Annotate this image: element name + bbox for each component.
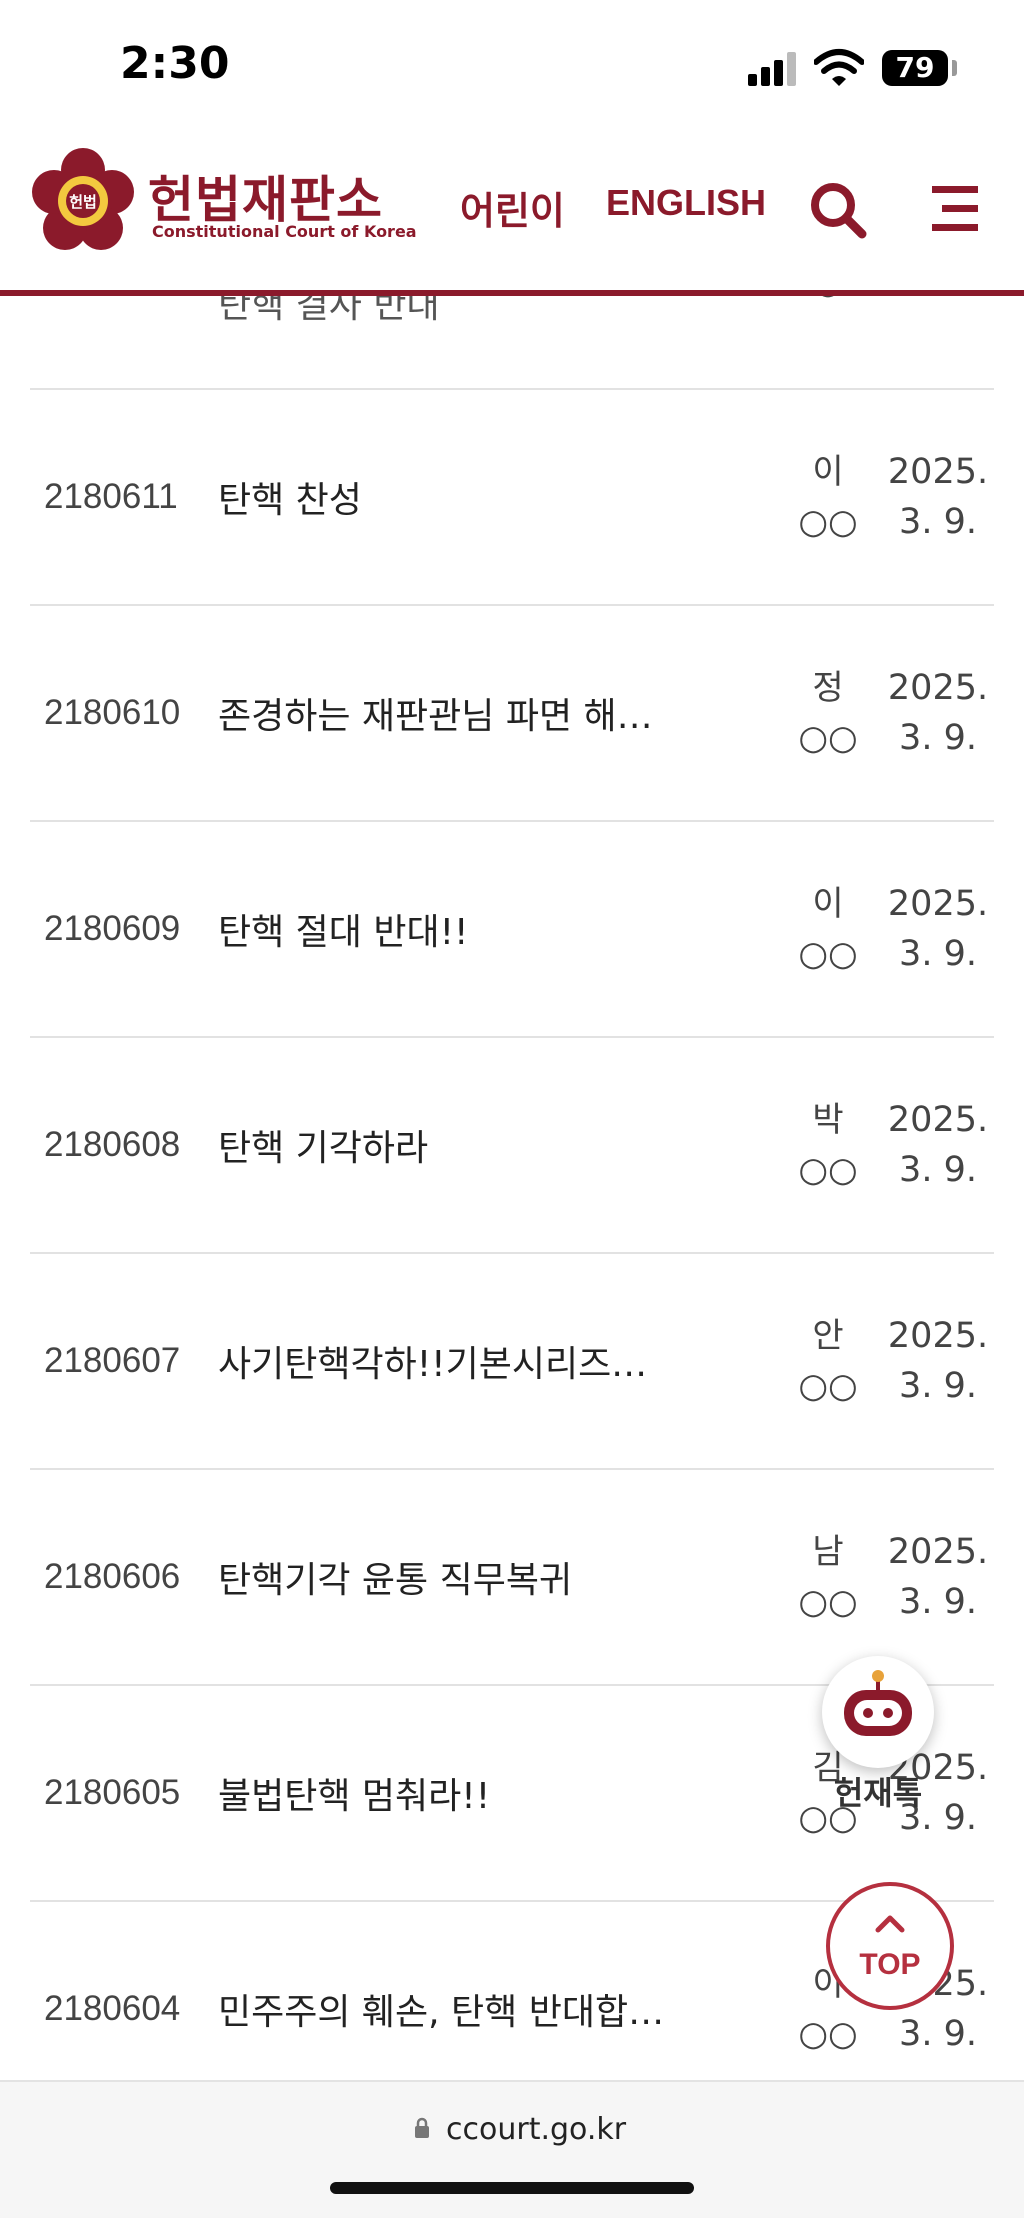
row-number: 2180606 [44,1557,181,1596]
chevron-up-icon [875,1915,905,1933]
nav-kids-link[interactable]: 어린이 [460,180,565,235]
row-date: 2025. 3. 9. [887,452,989,542]
table-row[interactable]: 2180606 탄핵기각 윤통 직무복귀 남○○ 2025. 3. 9. [30,1470,994,1686]
home-indicator [330,2182,694,2194]
battery-icon: 79 [882,50,948,86]
top-label: TOP [859,1948,921,1981]
court-emblem-icon[interactable]: 헌법 [30,148,136,254]
row-author: 남○○ [798,1532,858,1622]
row-author: 이○○ [798,452,858,542]
row-title[interactable]: 탄핵 결사 반대 [218,296,668,348]
emblem-text: 헌법 [69,193,97,211]
row-number: 2180607 [44,1341,181,1380]
status-time: 2:30 [120,38,230,89]
browser-url-bar[interactable]: ccourt.go.kr [0,2080,1024,2218]
row-title[interactable]: 탄핵 절대 반대!! [218,822,668,1036]
row-title[interactable]: 탄핵기각 윤통 직무복귀 [218,1470,668,1684]
row-number: 2180609 [44,909,181,948]
row-author: ○ [796,296,860,328]
battery-cap [952,60,957,76]
menu-icon[interactable] [928,184,982,234]
lock-icon [415,2117,429,2138]
row-author: 안○○ [798,1316,858,1406]
row-date: 2025. 3. 9. [887,1316,989,1406]
chatbot-button[interactable] [822,1656,934,1768]
row-date: 9. [888,296,988,328]
table-row[interactable]: 탄핵 결사 반대 ○ 9. [30,296,994,390]
row-date: 2025. 3. 9. [887,1532,989,1622]
table-row[interactable]: 2180611 탄핵 찬성 이○○ 2025. 3. 9. [30,390,994,606]
row-author: 정○○ [798,668,858,758]
robot-icon [844,1670,912,1736]
board-list: 탄핵 결사 반대 ○ 9. 2180611 탄핵 찬성 이○○ 2025. 3.… [30,296,994,2118]
row-date: 2025. 3. 9. [887,668,989,758]
row-number: 2180605 [44,1773,181,1812]
site-header: 헌법 헌법재판소 Constitutional Court of Korea 어… [0,130,1024,296]
row-date: 2025. 3. 9. [887,884,989,974]
row-title[interactable]: 불법탄핵 멈춰라!! [218,1686,668,1900]
table-row[interactable]: 2180610 존경하는 재판관님 파면 해… 정○○ 2025. 3. 9. [30,606,994,822]
wifi-icon [814,49,864,86]
logo-subtitle: Constitutional Court of Korea [152,222,417,241]
row-title[interactable]: 존경하는 재판관님 파면 해… [218,606,668,820]
cellular-signal-icon [748,52,800,86]
row-date: 2025. 3. 9. [887,1100,989,1190]
chatbot-label[interactable]: 헌재톡 [808,1768,948,1814]
table-row[interactable]: 2180607 사기탄핵각하!!기본시리즈… 안○○ 2025. 3. 9. [30,1254,994,1470]
search-icon[interactable] [808,180,868,240]
row-author: 이○○ [798,884,858,974]
row-number: 2180610 [44,693,181,732]
scroll-top-button[interactable]: TOP [826,1882,954,2010]
status-bar: 2:30 79 [0,0,1024,130]
row-title[interactable]: 사기탄핵각하!!기본시리즈… [218,1254,668,1468]
url-text[interactable]: ccourt.go.kr [446,2112,626,2147]
table-row[interactable]: 2180609 탄핵 절대 반대!! 이○○ 2025. 3. 9. [30,822,994,1038]
row-title[interactable]: 탄핵 찬성 [218,390,668,604]
table-row[interactable]: 2180608 탄핵 기각하라 박○○ 2025. 3. 9. [30,1038,994,1254]
nav-english-link[interactable]: ENGLISH [606,182,766,224]
row-author: 박○○ [798,1100,858,1190]
row-number: 2180608 [44,1125,181,1164]
row-title[interactable]: 탄핵 기각하라 [218,1038,668,1252]
row-number: 2180611 [44,477,178,516]
